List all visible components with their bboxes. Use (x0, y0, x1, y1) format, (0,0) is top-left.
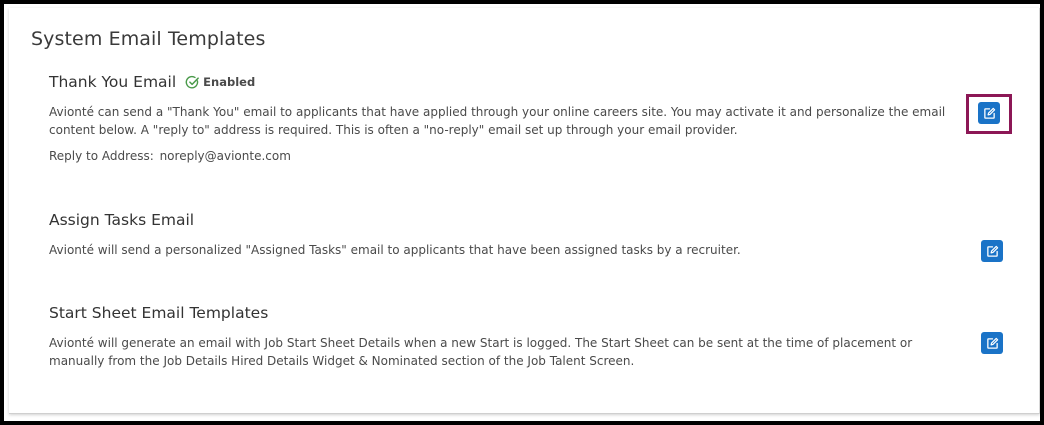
assign-tasks-email-description: Avionté will send a personalized "Assign… (49, 243, 741, 257)
status-label: Enabled (203, 75, 256, 89)
reply-to-address: Reply to Address: noreply@avionte.com (49, 149, 989, 163)
assign-tasks-email-title: Assign Tasks Email (49, 211, 195, 229)
edit-icon (983, 107, 995, 119)
thank-you-email-section: Thank You Email Enabled Avionté can send… (49, 72, 989, 163)
reply-to-value: noreply@avionte.com (159, 149, 291, 163)
assign-tasks-email-section: Assign Tasks Email Avionté will send a p… (49, 210, 989, 259)
status-badge: Enabled (185, 75, 255, 90)
start-sheet-email-title: Start Sheet Email Templates (49, 304, 269, 322)
start-sheet-email-section: Start Sheet Email Templates Avionté will… (49, 303, 989, 370)
edit-icon (986, 245, 998, 257)
thank-you-email-title: Thank You Email (49, 73, 177, 91)
edit-thank-you-email-button[interactable] (978, 102, 1000, 124)
email-templates-card: System Email Templates Thank You Email E… (9, 8, 1040, 414)
edit-icon (986, 337, 998, 349)
thank-you-email-title-row: Thank You Email Enabled (49, 72, 989, 92)
check-circle-icon (185, 75, 200, 88)
edit-assign-tasks-email-button[interactable] (981, 240, 1003, 262)
start-sheet-email-description: Avionté will generate an email with Job … (49, 336, 913, 368)
edit-start-sheet-email-button[interactable] (981, 332, 1003, 354)
page-title: System Email Templates (31, 28, 266, 50)
reply-to-label: Reply to Address: (49, 149, 154, 163)
thank-you-email-description: Avionté can send a "Thank You" email to … (49, 105, 946, 137)
screenshot-frame: System Email Templates Thank You Email E… (0, 0, 1044, 425)
